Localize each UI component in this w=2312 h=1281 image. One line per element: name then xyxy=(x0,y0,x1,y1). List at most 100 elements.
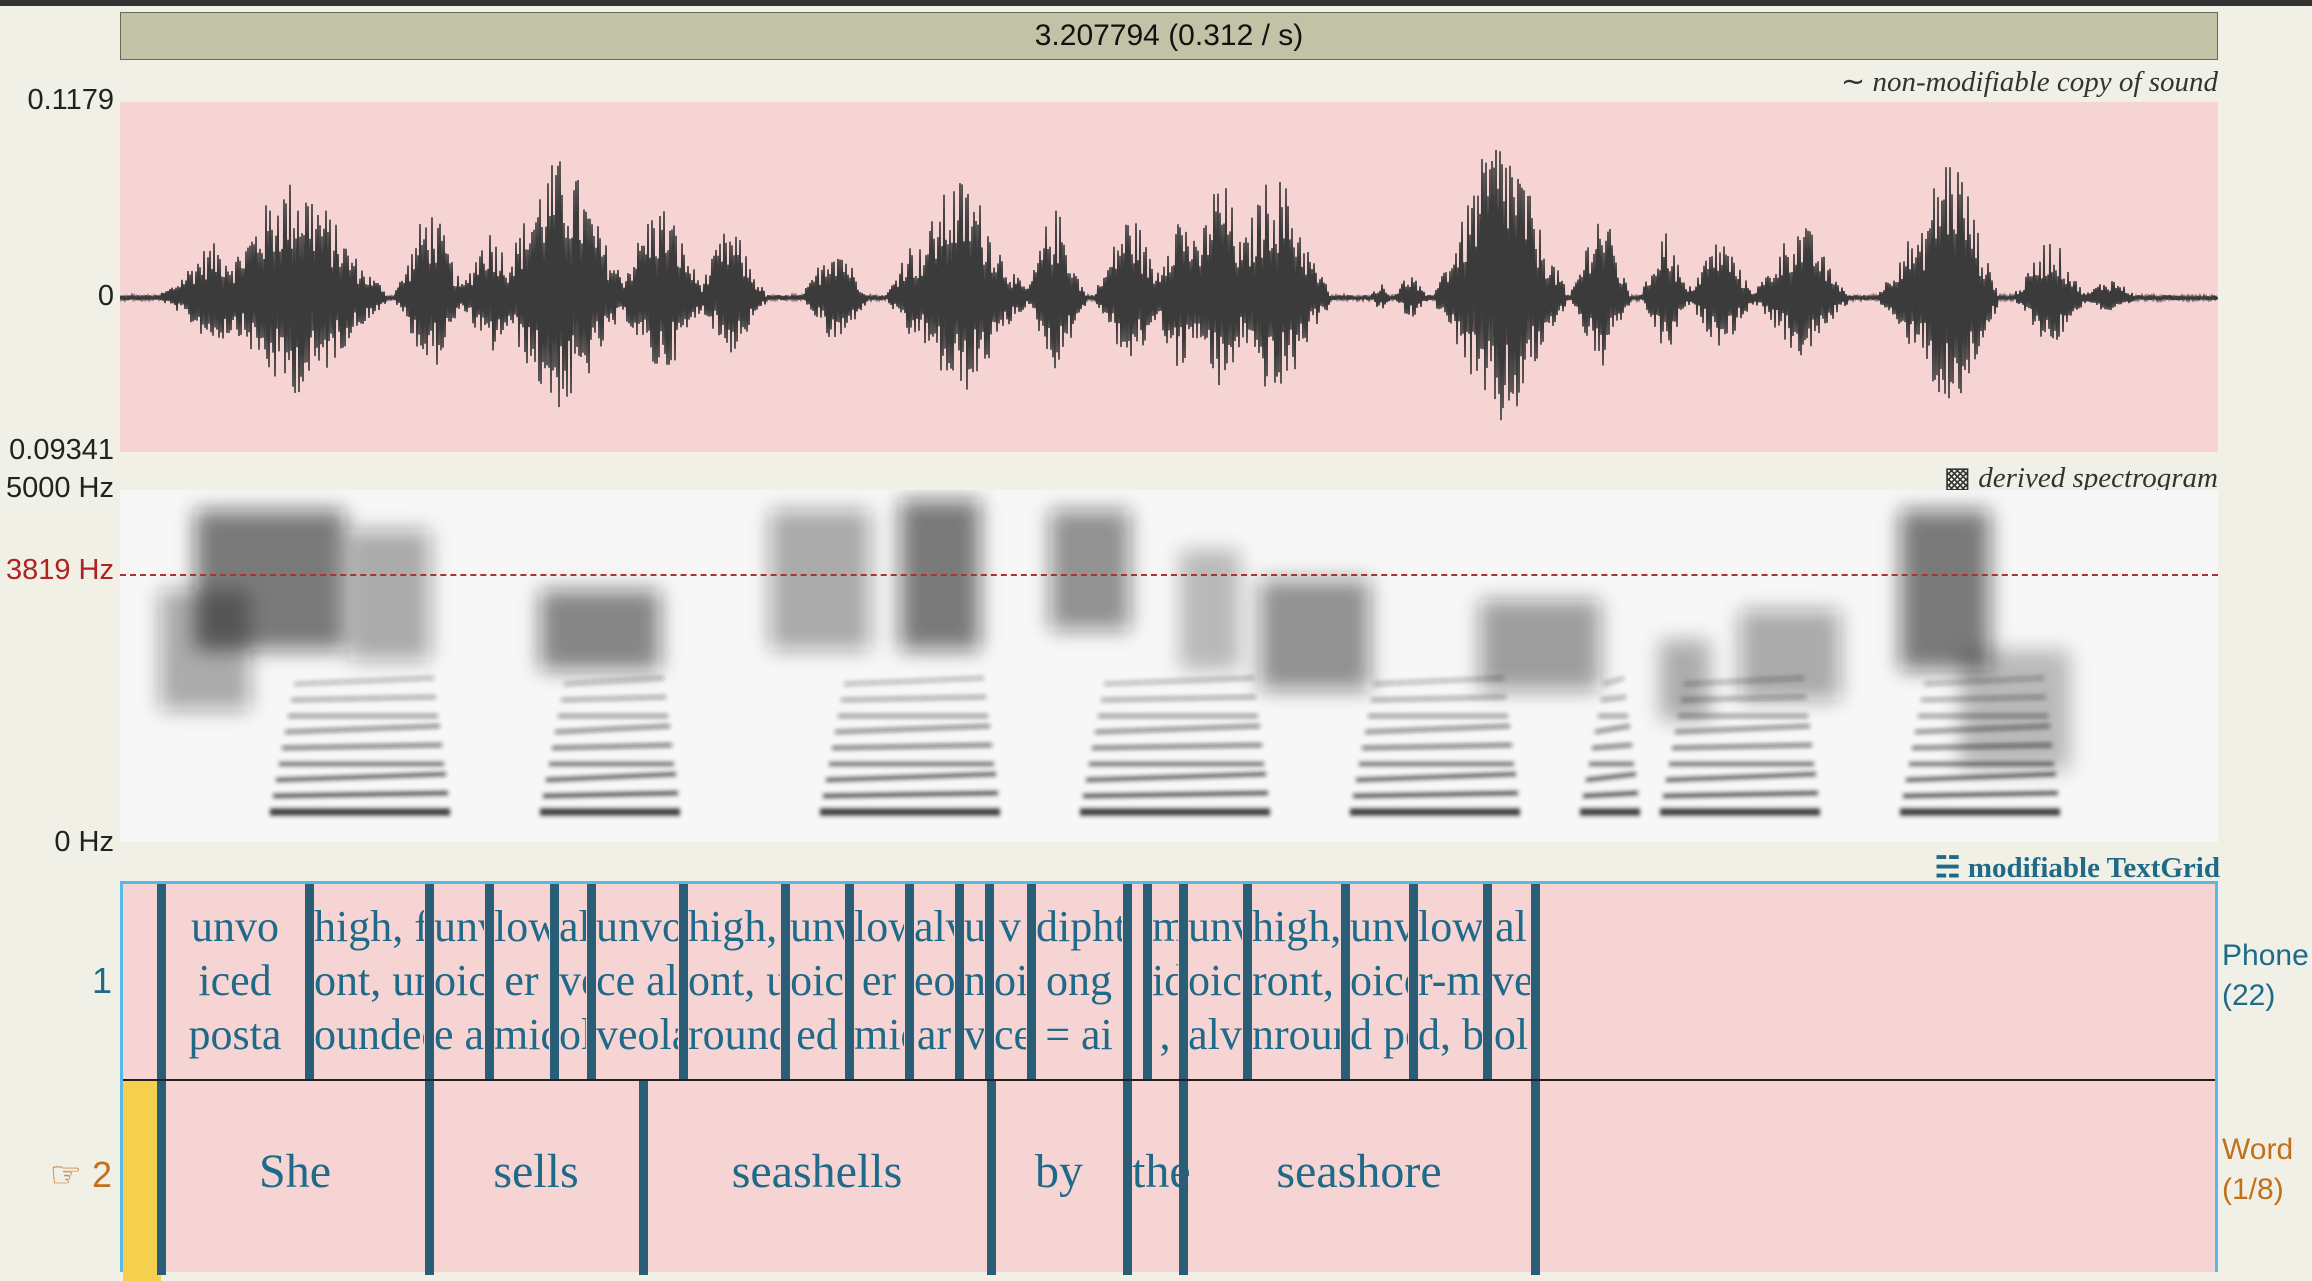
word-interval[interactable]: the xyxy=(1132,1144,1191,1199)
phone-interval[interactable]: unv oic e al xyxy=(434,900,484,1080)
phone-label-line: ce xyxy=(994,1010,1026,1059)
tier1-name[interactable]: Phone (22) xyxy=(2222,936,2309,1016)
harmonic-band xyxy=(1091,743,1263,750)
phone-boundary[interactable] xyxy=(1243,884,1252,1079)
word-boundary[interactable] xyxy=(1123,1081,1132,1275)
waveform-trace xyxy=(119,149,2218,421)
word-boundary[interactable] xyxy=(157,1081,166,1275)
phone-interval[interactable]: unvoi ce al veola xyxy=(596,900,678,1080)
phone-interval[interactable]: m id, xyxy=(1152,900,1178,1080)
phone-label-line: ont, un xyxy=(688,956,780,1005)
harmonic-band xyxy=(1103,676,1255,686)
harmonic-band xyxy=(275,772,447,782)
phone-interval[interactable]: high, fr ont, un rounde xyxy=(688,900,780,1080)
phone-interval[interactable]: alv eol ar xyxy=(914,900,954,1080)
phone-label-line: r-mi xyxy=(1418,956,1482,1005)
phone-boundary[interactable] xyxy=(550,884,559,1079)
time-selection-bar[interactable]: 3.207794 (0.312 / s) xyxy=(120,12,2218,60)
phone-label-line: unv xyxy=(434,902,484,951)
energy-region xyxy=(1660,640,1710,720)
phone-label-line: mid xyxy=(494,1010,549,1059)
phone-boundary[interactable] xyxy=(781,884,790,1079)
phone-label-line: er xyxy=(504,956,539,1005)
phone-interval[interactable]: unv oice d po xyxy=(1350,900,1408,1080)
word-interval[interactable]: seashells xyxy=(648,1144,986,1199)
phone-boundary[interactable] xyxy=(905,884,914,1079)
phone-label-line: eol xyxy=(914,956,954,1005)
phone-label-line: veola xyxy=(596,1010,678,1059)
phone-boundary[interactable] xyxy=(955,884,964,1079)
phone-boundary[interactable] xyxy=(1341,884,1350,1079)
harmonic-band xyxy=(822,791,999,798)
phone-boundary[interactable] xyxy=(305,884,314,1079)
phone-boundary[interactable] xyxy=(1143,884,1152,1079)
energy-region xyxy=(1180,550,1240,670)
phone-interval[interactable]: al ve ol xyxy=(559,900,586,1080)
phone-interval[interactable]: lowe r-mi d, ba xyxy=(1418,900,1482,1080)
textgrid-panel[interactable]: unvoicedpostahigh, front, unroundedunvoi… xyxy=(120,881,2218,1281)
phone-boundary[interactable] xyxy=(425,884,434,1079)
word-boundary[interactable] xyxy=(639,1081,648,1275)
phone-boundary[interactable] xyxy=(157,884,166,1079)
phone-boundary[interactable] xyxy=(1531,884,1540,1079)
phone-interval[interactable]: unv xyxy=(964,900,984,1080)
waveform-panel[interactable] xyxy=(119,102,2218,452)
phone-interval[interactable]: low er mid xyxy=(854,900,904,1080)
phone-interval[interactable]: unv oic ed xyxy=(790,900,844,1080)
phone-boundary[interactable] xyxy=(1483,884,1492,1079)
phone-boundary[interactable] xyxy=(1027,884,1036,1079)
harmonic-band xyxy=(542,791,679,798)
phone-label-line: low xyxy=(854,902,904,951)
phone-interval[interactable]: v oi ce xyxy=(994,900,1026,1080)
phone-boundary[interactable] xyxy=(1179,884,1188,1079)
tier2-name[interactable]: Word (1/8) xyxy=(2222,1130,2293,1210)
phone-label-line: v xyxy=(964,1010,984,1059)
phone-interval[interactable]: high, f ront, u nroun xyxy=(1252,900,1340,1080)
phone-interval[interactable] xyxy=(128,900,156,1080)
phone-label-line: oic xyxy=(434,956,484,1005)
phone-interval[interactable] xyxy=(1540,900,2210,1080)
phone-interval[interactable]: unvo iced posta xyxy=(166,900,304,1080)
tier1-number[interactable]: 1 xyxy=(92,960,112,1002)
harmonic-band xyxy=(272,791,449,798)
harmonic-band xyxy=(545,772,677,782)
phone-label-line: diphth xyxy=(1036,902,1122,951)
phone-label-line: iced xyxy=(198,956,272,1005)
phone-boundary[interactable] xyxy=(1409,884,1418,1079)
phone-label-line: m xyxy=(1152,902,1178,951)
textgrid-panel-title: modifiable TextGrid xyxy=(1967,852,2220,884)
phone-interval[interactable]: diphth ong = ai xyxy=(1036,900,1122,1080)
phone-interval[interactable] xyxy=(1132,900,1142,1080)
word-interval[interactable]: She xyxy=(166,1144,424,1199)
phone-boundary[interactable] xyxy=(587,884,596,1079)
tier2-number-row[interactable]: ☞ 2 xyxy=(50,1154,112,1196)
harmonic-band xyxy=(290,695,437,702)
energy-region xyxy=(350,530,430,660)
phone-label-line: id xyxy=(1152,956,1178,1005)
phone-interval[interactable]: low er mid xyxy=(494,900,549,1080)
phone-boundary[interactable] xyxy=(1123,884,1132,1079)
harmonic-band xyxy=(1665,772,1817,782)
phone-boundary[interactable] xyxy=(679,884,688,1079)
word-boundary[interactable] xyxy=(425,1081,434,1275)
harmonic-band xyxy=(1674,724,1811,734)
spectrogram-panel[interactable] xyxy=(120,490,2218,842)
word-interval[interactable]: seashore xyxy=(1188,1144,1530,1199)
word-interval[interactable]: sells xyxy=(434,1144,638,1199)
phone-boundary[interactable] xyxy=(845,884,854,1079)
phone-interval[interactable]: al ve ol xyxy=(1492,900,1530,1080)
phone-label-line: posta xyxy=(188,1010,282,1059)
word-interval[interactable]: by xyxy=(996,1144,1122,1199)
phone-boundary[interactable] xyxy=(485,884,494,1079)
phone-boundary[interactable] xyxy=(985,884,994,1079)
phone-label-line: rounde xyxy=(688,1010,780,1059)
phone-label-line: ront, u xyxy=(1252,956,1340,1005)
word-boundary[interactable] xyxy=(1531,1081,1540,1275)
phone-label-line: d po xyxy=(1350,1010,1408,1059)
harmonic-band xyxy=(840,695,987,702)
phone-interval[interactable]: high, fr ont, unr ounded xyxy=(314,900,424,1080)
word-boundary[interactable] xyxy=(1179,1081,1188,1275)
phone-label-line: e al xyxy=(434,1010,484,1059)
phone-interval[interactable]: unv oice alv xyxy=(1188,900,1242,1080)
word-boundary[interactable] xyxy=(987,1081,996,1275)
